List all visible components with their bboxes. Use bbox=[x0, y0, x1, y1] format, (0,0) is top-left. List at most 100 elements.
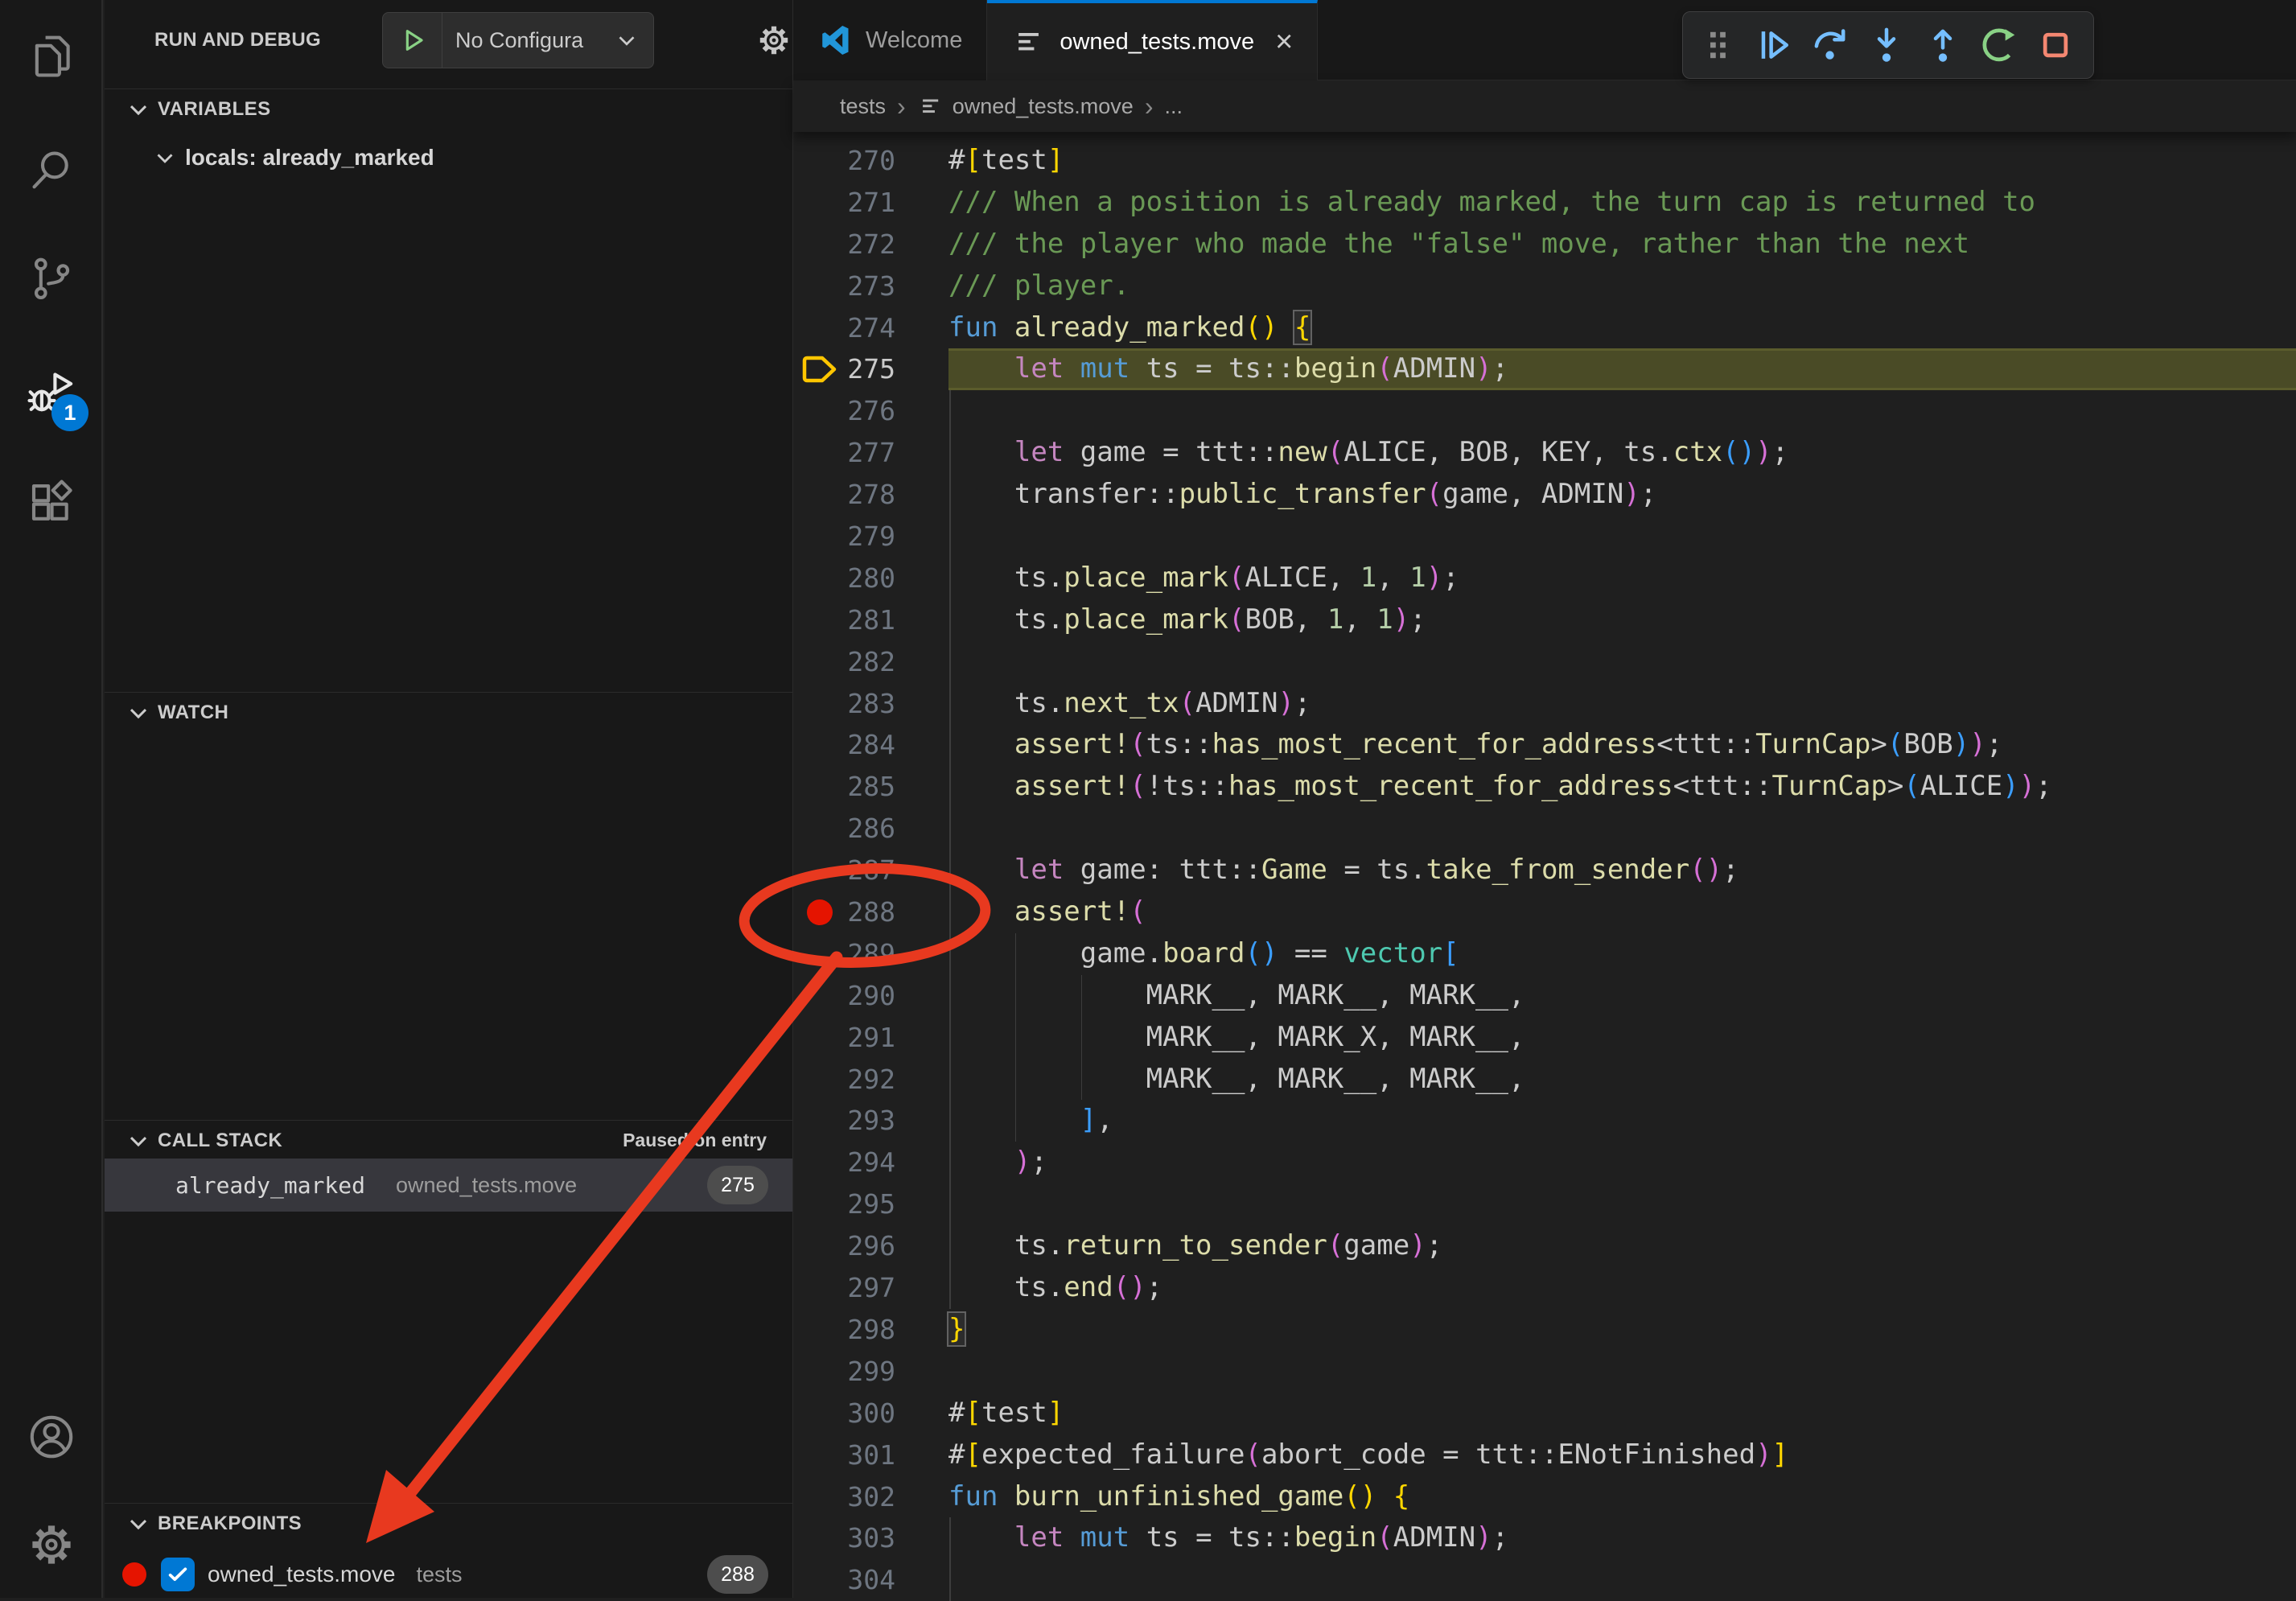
glyph-margin[interactable] bbox=[793, 1183, 846, 1225]
glyph-margin[interactable] bbox=[793, 1142, 846, 1183]
tab-welcome[interactable]: Welcome bbox=[793, 0, 987, 80]
glyph-margin[interactable] bbox=[793, 1351, 846, 1393]
code-text[interactable] bbox=[948, 1351, 2296, 1393]
glyph-margin[interactable] bbox=[793, 1267, 846, 1309]
code-text[interactable]: ts.end(); bbox=[948, 1267, 2296, 1309]
code-text[interactable]: #[test] bbox=[948, 140, 2296, 182]
restart-button[interactable] bbox=[1971, 17, 2027, 73]
breakpoint-dot-icon[interactable] bbox=[807, 899, 833, 925]
glyph-margin[interactable] bbox=[793, 1059, 846, 1101]
code-text[interactable]: ts.next_tx(ADMIN); bbox=[948, 683, 2296, 725]
glyph-margin[interactable] bbox=[793, 182, 846, 224]
locals-scope-row[interactable]: locals: already_marked bbox=[105, 135, 792, 180]
code-text[interactable] bbox=[948, 516, 2296, 558]
extensions-icon[interactable] bbox=[25, 476, 78, 529]
code-text[interactable]: game.board() == vector[ bbox=[948, 933, 2296, 975]
settings-gear-icon[interactable] bbox=[25, 1518, 78, 1571]
glyph-margin[interactable] bbox=[793, 140, 846, 182]
code-text[interactable]: /// player. bbox=[948, 265, 2296, 307]
code-text[interactable]: ts.return_to_sender(game); bbox=[948, 1225, 2296, 1267]
glyph-margin[interactable] bbox=[793, 1559, 846, 1601]
step-over-button[interactable] bbox=[1802, 17, 1858, 73]
code-text[interactable] bbox=[948, 808, 2296, 850]
watch-section-header[interactable]: WATCH bbox=[105, 692, 792, 732]
step-into-button[interactable] bbox=[1858, 17, 1915, 73]
code-text[interactable]: assert!(ts::has_most_recent_for_address<… bbox=[948, 724, 2296, 766]
code-text[interactable]: /// the player who made the "false" move… bbox=[948, 224, 2296, 265]
glyph-margin[interactable] bbox=[793, 1225, 846, 1267]
stop-button[interactable] bbox=[2027, 17, 2084, 73]
code-text[interactable]: MARK__, MARK_X, MARK__, bbox=[948, 1017, 2296, 1059]
glyph-margin[interactable] bbox=[793, 933, 846, 975]
code-text[interactable]: fun burn_unfinished_game() { bbox=[948, 1476, 2296, 1518]
glyph-margin[interactable] bbox=[793, 1393, 846, 1434]
account-icon[interactable] bbox=[25, 1410, 78, 1463]
toolbar-drag-handle[interactable] bbox=[1689, 17, 1746, 73]
code-text[interactable]: assert!(!ts::has_most_recent_for_address… bbox=[948, 766, 2296, 808]
tab-owned-tests[interactable]: owned_tests.move × bbox=[987, 0, 1318, 80]
breakpoint-row[interactable]: owned_tests.move tests 288 bbox=[105, 1551, 792, 1598]
glyph-margin[interactable] bbox=[793, 224, 846, 265]
glyph-margin[interactable] bbox=[793, 850, 846, 891]
glyph-margin[interactable] bbox=[793, 1100, 846, 1142]
glyph-margin[interactable] bbox=[793, 474, 846, 516]
code-text[interactable]: MARK__, MARK__, MARK__, bbox=[948, 1059, 2296, 1101]
continue-button[interactable] bbox=[1746, 17, 1802, 73]
code-text[interactable]: MARK__, MARK__, MARK__, bbox=[948, 975, 2296, 1017]
stack-frame-row[interactable]: already_marked owned_tests.move 275 bbox=[105, 1159, 792, 1212]
glyph-margin[interactable] bbox=[793, 641, 846, 683]
step-out-button[interactable] bbox=[1915, 17, 1971, 73]
breadcrumb-symbol[interactable]: ... bbox=[1164, 94, 1183, 119]
glyph-margin[interactable] bbox=[793, 683, 846, 725]
glyph-margin[interactable] bbox=[793, 265, 846, 307]
glyph-margin[interactable] bbox=[793, 891, 846, 933]
breadcrumb-file[interactable]: owned_tests.move bbox=[953, 94, 1134, 119]
code-text[interactable]: let mut ts = ts::begin(ADMIN); bbox=[948, 1517, 2296, 1559]
code-text[interactable]: transfer::public_transfer(game, ADMIN); bbox=[948, 474, 2296, 516]
code-text[interactable]: ts.place_mark(BOB, 1, 1); bbox=[948, 599, 2296, 641]
code-text[interactable]: let game: ttt::Game = ts.take_from_sende… bbox=[948, 850, 2296, 891]
breakpoints-section-header[interactable]: BREAKPOINTS bbox=[105, 1503, 792, 1543]
code-text[interactable]: let game = ttt::new(ALICE, BOB, KEY, ts.… bbox=[948, 432, 2296, 474]
close-icon[interactable]: × bbox=[1275, 27, 1293, 57]
glyph-margin[interactable] bbox=[793, 724, 846, 766]
glyph-margin[interactable] bbox=[793, 1434, 846, 1476]
start-debug-icon[interactable] bbox=[383, 13, 442, 68]
code-text[interactable]: } bbox=[948, 1309, 2296, 1351]
search-icon[interactable] bbox=[25, 144, 78, 197]
code-text[interactable]: #[expected_failure(abort_code = ttt::ENo… bbox=[948, 1434, 2296, 1476]
code-text[interactable]: ); bbox=[948, 1142, 2296, 1183]
code-text[interactable]: assert!( bbox=[948, 891, 2296, 933]
glyph-margin[interactable] bbox=[793, 1517, 846, 1559]
code-text[interactable]: ], bbox=[948, 1100, 2296, 1142]
code-text[interactable]: ts.place_mark(ALICE, 1, 1); bbox=[948, 558, 2296, 599]
code-text[interactable]: fun already_marked() { bbox=[948, 307, 2296, 349]
breakpoint-checkbox[interactable] bbox=[161, 1558, 195, 1591]
glyph-margin[interactable] bbox=[793, 766, 846, 808]
glyph-margin[interactable] bbox=[793, 348, 846, 390]
glyph-margin[interactable] bbox=[793, 1017, 846, 1059]
code-editor[interactable]: 270#[test]271/// When a position is alre… bbox=[793, 132, 2296, 1598]
breadcrumb-folder[interactable]: tests bbox=[840, 94, 886, 119]
explorer-icon[interactable] bbox=[25, 30, 78, 83]
glyph-margin[interactable] bbox=[793, 808, 846, 850]
code-text[interactable] bbox=[948, 641, 2296, 683]
glyph-margin[interactable] bbox=[793, 307, 846, 349]
glyph-margin[interactable] bbox=[793, 558, 846, 599]
code-text[interactable] bbox=[948, 390, 2296, 432]
glyph-margin[interactable] bbox=[793, 1309, 846, 1351]
glyph-margin[interactable] bbox=[793, 599, 846, 641]
glyph-margin[interactable] bbox=[793, 1476, 846, 1518]
variables-section-header[interactable]: VARIABLES bbox=[105, 88, 792, 129]
code-text[interactable]: /// When a position is already marked, t… bbox=[948, 182, 2296, 224]
glyph-margin[interactable] bbox=[793, 516, 846, 558]
glyph-margin[interactable] bbox=[793, 975, 846, 1017]
debug-settings-gear-icon[interactable] bbox=[755, 21, 793, 60]
glyph-margin[interactable] bbox=[793, 432, 846, 474]
code-text[interactable]: #[test] bbox=[948, 1393, 2296, 1434]
glyph-margin[interactable] bbox=[793, 390, 846, 432]
code-text[interactable] bbox=[948, 1559, 2296, 1601]
call-stack-section-header[interactable]: CALL STACK Paused on entry bbox=[105, 1120, 792, 1160]
code-text[interactable] bbox=[948, 1183, 2296, 1225]
code-text[interactable]: let mut ts = ts::begin(ADMIN); bbox=[948, 348, 2296, 390]
